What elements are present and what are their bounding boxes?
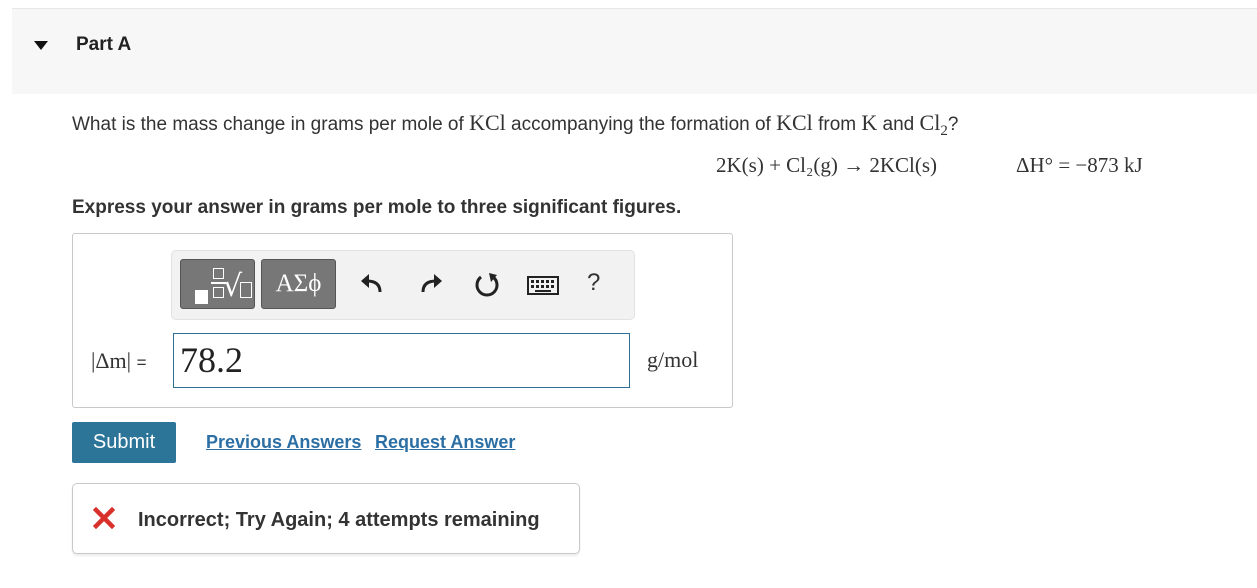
- feedback-box: Incorrect; Try Again; 4 attempts remaini…: [72, 483, 580, 554]
- question-mid2: from: [812, 114, 862, 135]
- compound-kcl-2: KCl: [776, 110, 813, 135]
- question-pre: What is the mass change in grams per mol…: [72, 114, 470, 135]
- collapse-triangle-icon[interactable]: [34, 41, 48, 50]
- part-header[interactable]: Part A: [12, 9, 1257, 94]
- answer-instruction: Express your answer in grams per mole to…: [72, 197, 682, 218]
- template-root-box: [240, 282, 252, 298]
- templates-button[interactable]: √: [180, 259, 255, 309]
- feedback-message: Incorrect; Try Again; 4 attempts remaini…: [138, 509, 540, 531]
- question-post: ?: [947, 114, 959, 135]
- template-square-icon: [195, 290, 208, 304]
- answer-input[interactable]: 78.2: [173, 333, 630, 388]
- previous-answers-link[interactable]: Previous Answers: [206, 432, 361, 453]
- greek-symbols-button[interactable]: ΑΣϕ: [261, 259, 336, 309]
- submit-button[interactable]: Submit: [72, 422, 176, 463]
- question-mid1: accompanying the formation of: [505, 114, 777, 135]
- equals-sign: =: [136, 353, 147, 372]
- math-toolbar: √ ΑΣϕ ?: [171, 250, 635, 320]
- answer-label: |Δm| =: [91, 348, 147, 374]
- keyboard-icon[interactable]: [527, 271, 559, 299]
- element-cl: Cl: [919, 110, 941, 135]
- incorrect-x-icon: [93, 507, 115, 529]
- delta-m-label: |Δm|: [91, 348, 132, 373]
- reaction-equation: 2K(s) + Cl₂(g) → 2KCl(s): [716, 153, 937, 177]
- request-answer-link[interactable]: Request Answer: [375, 432, 515, 453]
- answer-box: √ ΑΣϕ ? |Δm| = 78.2 g/mol: [72, 233, 733, 408]
- unit-label: g/mol: [647, 347, 699, 372]
- element-cl-subscript: 2: [940, 122, 948, 139]
- undo-icon[interactable]: [358, 271, 386, 299]
- redo-icon[interactable]: [417, 271, 445, 299]
- part-title: Part A: [76, 34, 132, 55]
- element-k: K: [861, 110, 878, 135]
- question-mid3: and: [877, 114, 920, 135]
- help-button[interactable]: ?: [587, 269, 615, 297]
- reset-icon[interactable]: [473, 271, 501, 299]
- compound-kcl: KCl: [469, 110, 506, 135]
- question-text: What is the mass change in grams per mol…: [72, 110, 958, 140]
- enthalpy-value: ΔH° = −873 kJ: [1016, 153, 1143, 177]
